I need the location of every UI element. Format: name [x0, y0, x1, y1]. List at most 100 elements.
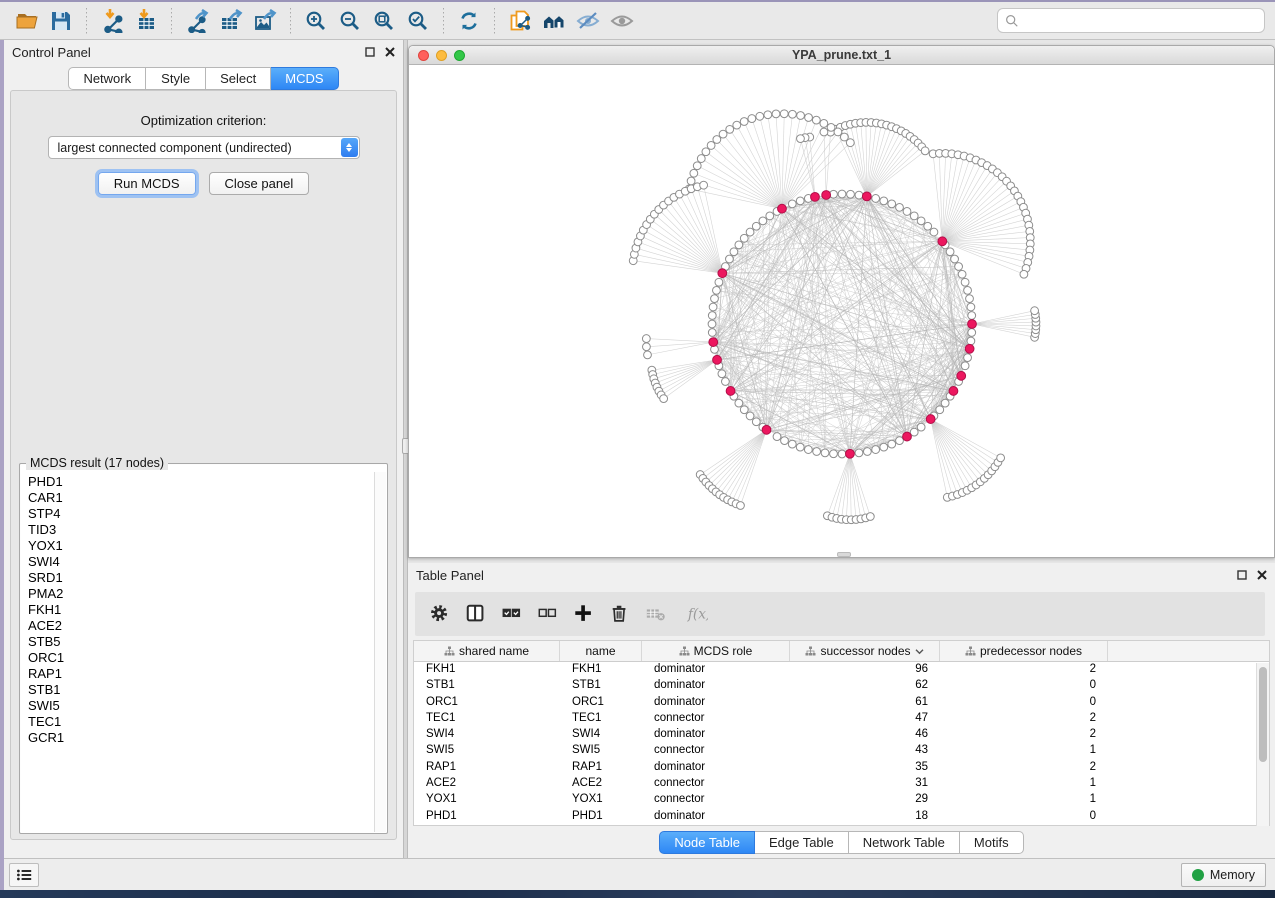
network-node[interactable] — [966, 295, 974, 303]
network-node[interactable] — [708, 320, 716, 328]
network-node[interactable] — [772, 110, 780, 118]
network-node[interactable] — [643, 343, 651, 351]
table-row[interactable]: TEC1TEC1connector472 — [414, 711, 1269, 727]
network-node[interactable] — [726, 255, 734, 263]
network-node[interactable] — [997, 454, 1005, 462]
network-node[interactable] — [740, 234, 748, 242]
network-node[interactable] — [967, 337, 975, 345]
network-node[interactable] — [930, 228, 938, 236]
network-node[interactable] — [967, 303, 975, 311]
memory-button[interactable]: Memory — [1181, 863, 1266, 887]
float-icon[interactable] — [1237, 570, 1247, 580]
network-node[interactable] — [748, 115, 756, 123]
network-scroll-handle[interactable] — [837, 552, 851, 557]
zoom-out-icon[interactable] — [333, 6, 367, 36]
network-node[interactable] — [715, 278, 723, 286]
run-mcds-button[interactable]: Run MCDS — [98, 172, 196, 195]
mcds-dominator-node[interactable] — [718, 269, 727, 278]
network-node[interactable] — [708, 312, 716, 320]
table-row[interactable]: PHD1PHD1dominator180 — [414, 809, 1269, 825]
mcds-dominator-node[interactable] — [709, 338, 718, 347]
close-panel-button[interactable]: Close panel — [209, 172, 310, 195]
network-node[interactable] — [737, 502, 745, 510]
network-node[interactable] — [838, 450, 846, 458]
network-node[interactable] — [903, 208, 911, 216]
network-node[interactable] — [709, 303, 717, 311]
tab-motifs[interactable]: Motifs — [960, 831, 1024, 854]
search-box[interactable] — [997, 8, 1265, 33]
tab-mcds[interactable]: MCDS — [271, 67, 338, 90]
import-network-icon[interactable] — [95, 6, 129, 36]
network-node[interactable] — [941, 399, 949, 407]
mcds-dominator-node[interactable] — [713, 355, 722, 364]
network-node[interactable] — [788, 440, 796, 448]
network-node[interactable] — [752, 418, 760, 426]
network-node[interactable] — [713, 286, 721, 294]
network-node[interactable] — [820, 128, 828, 136]
network-node[interactable] — [730, 248, 738, 256]
mcds-dominator-node[interactable] — [762, 425, 771, 434]
minimize-window-icon[interactable] — [436, 50, 447, 61]
network-node[interactable] — [740, 118, 748, 126]
network-node[interactable] — [812, 116, 820, 124]
network-node[interactable] — [896, 204, 904, 212]
network-canvas[interactable] — [409, 65, 1274, 557]
table-row[interactable]: YOX1YOX1connector291 — [414, 792, 1269, 808]
network-node[interactable] — [968, 329, 976, 337]
open-file-icon[interactable] — [10, 6, 44, 36]
network-node[interactable] — [964, 286, 972, 294]
first-neighbors-icon[interactable] — [537, 6, 571, 36]
network-node[interactable] — [961, 362, 969, 370]
network-node[interactable] — [788, 200, 796, 208]
network-node[interactable] — [660, 395, 668, 403]
network-node[interactable] — [863, 448, 871, 456]
network-node[interactable] — [820, 120, 828, 128]
zoom-in-icon[interactable] — [299, 6, 333, 36]
delete-columns-icon[interactable] — [605, 599, 635, 629]
column-header-name[interactable]: name — [560, 641, 642, 661]
mcds-dominator-node[interactable] — [949, 387, 958, 396]
network-node[interactable] — [735, 241, 743, 249]
network-node[interactable] — [740, 406, 748, 414]
export-network-icon[interactable] — [180, 6, 214, 36]
table-row[interactable]: SWI4SWI4dominator462 — [414, 727, 1269, 743]
network-node[interactable] — [910, 212, 918, 220]
network-node[interactable] — [773, 433, 781, 441]
network-node[interactable] — [917, 423, 925, 431]
network-node[interactable] — [1031, 307, 1039, 315]
tab-edge-table[interactable]: Edge Table — [755, 831, 849, 854]
tab-network-table[interactable]: Network Table — [849, 831, 960, 854]
column-header-predecessor-nodes[interactable]: predecessor nodes — [940, 641, 1108, 661]
duplicate-network-icon[interactable] — [503, 6, 537, 36]
network-node[interactable] — [804, 446, 812, 454]
network-node[interactable] — [896, 437, 904, 445]
network-node[interactable] — [955, 263, 963, 271]
select-all-columns-icon[interactable] — [497, 599, 527, 629]
network-node[interactable] — [872, 446, 880, 454]
table-scrollbar[interactable] — [1256, 663, 1269, 826]
network-node[interactable] — [697, 155, 705, 163]
mcds-dominator-node[interactable] — [968, 320, 977, 329]
network-node[interactable] — [924, 222, 932, 230]
table-row[interactable]: ACE2ACE2connector311 — [414, 776, 1269, 792]
network-node[interactable] — [1020, 270, 1028, 278]
network-node[interactable] — [855, 191, 863, 199]
network-node[interactable] — [821, 449, 829, 457]
search-input[interactable] — [1024, 13, 1257, 29]
tab-style[interactable]: Style — [146, 67, 206, 90]
network-node[interactable] — [690, 169, 698, 177]
network-node[interactable] — [888, 440, 896, 448]
network-node[interactable] — [838, 190, 846, 198]
network-node[interactable] — [700, 181, 708, 189]
network-node[interactable] — [756, 112, 764, 120]
table-row[interactable]: STB1STB1dominator620 — [414, 678, 1269, 694]
network-node[interactable] — [951, 255, 959, 263]
maximize-window-icon[interactable] — [454, 50, 465, 61]
network-node[interactable] — [964, 354, 972, 362]
mcds-dominator-node[interactable] — [903, 432, 912, 441]
network-node[interactable] — [746, 412, 754, 420]
network-node[interactable] — [827, 123, 835, 131]
network-node[interactable] — [796, 443, 804, 451]
network-node[interactable] — [888, 200, 896, 208]
mcds-dominator-node[interactable] — [846, 449, 855, 458]
